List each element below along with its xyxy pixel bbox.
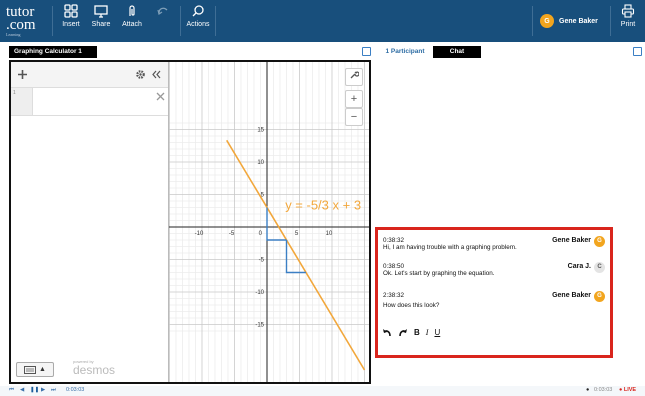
tab-graphing-calculator[interactable]: Graphing Calculator 1 [9,46,97,58]
desmos-branding: powered by desmos [73,359,115,377]
expression-panel: 1 ▲ powered by desmos [11,62,169,382]
grid-icon [64,4,78,18]
bold-button[interactable]: B [414,328,420,337]
toolbar-divider [52,6,53,36]
graph-canvas[interactable]: -10 -5 0 5 1015105-5-10-15 y = -5/3 x + 3 [169,62,371,382]
sender-avatar: G [594,291,605,302]
desmos-logo: desmos [73,363,116,377]
toolbar-divider [532,6,533,36]
y-tick-label: -15 [255,323,264,329]
playback-time: 0:03:03 [66,387,85,393]
attach-label: Attach [122,21,142,28]
expression-toolbar [11,62,168,88]
x-tick-label: -10 [195,231,204,237]
keyboard-icon [24,365,37,374]
search-icon [192,5,204,17]
redo-icon[interactable] [398,328,408,337]
expression-row[interactable]: 1 [11,88,168,116]
keyboard-toggle-button[interactable]: ▲ [16,362,54,377]
keyboard-caret-icon: ▲ [39,366,46,373]
message-sender: Cara J. [567,263,591,270]
recording-dot-icon: ● [586,387,590,393]
actions-label: Actions [186,21,210,28]
printer-icon [621,4,635,18]
chat-message: 0:38:32 Hi, I am having trouble with a g… [383,236,605,251]
sender-avatar: C [594,262,605,273]
forward-icon[interactable]: ▶ [41,387,45,393]
undo-button[interactable] [150,4,176,38]
graphing-calculator: 1 ▲ powered by desmos -10 -5 0 5 10 15 10 5 -5 -1… [9,60,371,384]
delete-expression-icon[interactable] [156,92,165,101]
session-time: 0:03:03 [594,387,613,393]
y-tick-label: -5 [259,258,265,264]
attach-button[interactable]: Attach [118,4,146,38]
share-button[interactable]: Share [88,4,114,38]
sender-avatar: G [594,236,605,247]
playback-bar: ⏮ ◀ ❚❚ ▶ ⏭ 0:03:03 ● 0:03:03 ● LIVE [0,386,645,396]
user-menu[interactable]: G Gene Baker [540,11,598,31]
message-text: How does this look? [383,302,440,309]
paperclip-icon [129,5,135,16]
y-tick-label: 10 [257,160,264,166]
insert-button[interactable]: Insert [58,4,84,38]
pause-icon[interactable]: ❚❚ [30,387,39,393]
expression-index: 1 [11,88,33,115]
toolbar-divider [215,6,216,36]
message-sender: Gene Baker [552,292,591,299]
top-toolbar: tutor .com Learning Insert Share Attach … [0,0,645,42]
live-indicator: ● LIVE [619,387,637,393]
gear-icon[interactable] [135,69,146,80]
collapse-chevron-icon[interactable] [151,69,162,80]
skip-back-icon[interactable]: ⏮ [9,387,14,394]
skip-forward-icon[interactable]: ⏭ [51,387,56,394]
rewind-icon[interactable]: ◀ [20,387,24,393]
zoom-out-button[interactable]: − [345,108,363,126]
tab-chat[interactable]: Chat [433,46,481,58]
toolbar-divider [180,6,181,36]
popout-icon[interactable] [362,47,371,56]
chat-message: 2:38:32 How does this look? Gene Baker G [383,291,605,309]
y-tick-label: -10 [255,290,264,296]
tutor-logo: tutor .com Learning [6,5,48,38]
live-label: LIVE [623,387,637,393]
insert-label: Insert [62,21,80,28]
y-tick-label: 15 [257,128,264,134]
tab-participants[interactable]: 1 Participant [379,46,431,58]
message-text: Ok. Let's start by graphing the equation… [383,270,495,277]
logo-line2: .com [6,17,36,33]
x-tick-label: 10 [326,231,333,237]
chat-popout-icon[interactable] [633,47,642,56]
user-avatar: G [540,14,554,28]
message-text: Hi, I am having trouble with a graphing … [383,244,517,251]
wrench-icon[interactable] [345,68,363,86]
toolbar-divider [610,6,611,36]
equation-annotation: y = -5/3 x + 3 [285,197,361,212]
underline-button[interactable]: U [434,328,440,337]
monitor-icon [94,5,108,18]
chat-log: 0:38:32 Hi, I am having trouble with a g… [375,227,613,358]
add-expression-icon[interactable] [17,69,28,80]
undo-icon[interactable] [382,328,392,337]
major-gridlines [169,62,369,382]
share-label: Share [91,21,111,28]
workspace-tab-bar: Graphing Calculator 1 [0,45,377,59]
undo-icon [157,7,168,15]
zoom-in-button[interactable]: + [345,90,363,108]
message-sender: Gene Baker [552,237,591,244]
format-toolbar: B I U [382,328,440,337]
graph-area[interactable]: -10 -5 0 5 10 15 10 5 -5 -10 -15 y = -5/3 x + 3 + … [169,62,371,382]
italic-button[interactable]: I [426,328,429,337]
user-name: Gene Baker [559,17,598,25]
print-button[interactable]: Print [614,4,642,38]
x-tick-label: -5 [229,231,235,237]
x-tick-label: 5 [295,231,299,237]
minor-gridlines [169,62,369,382]
x-tick-label: 0 [259,231,263,237]
print-label: Print [620,21,636,28]
actions-button[interactable]: Actions [184,4,212,38]
chat-tab-bar: 1 Participant Chat [377,45,645,59]
chat-message: 0:38:50 Ok. Let's start by graphing the … [383,262,605,277]
